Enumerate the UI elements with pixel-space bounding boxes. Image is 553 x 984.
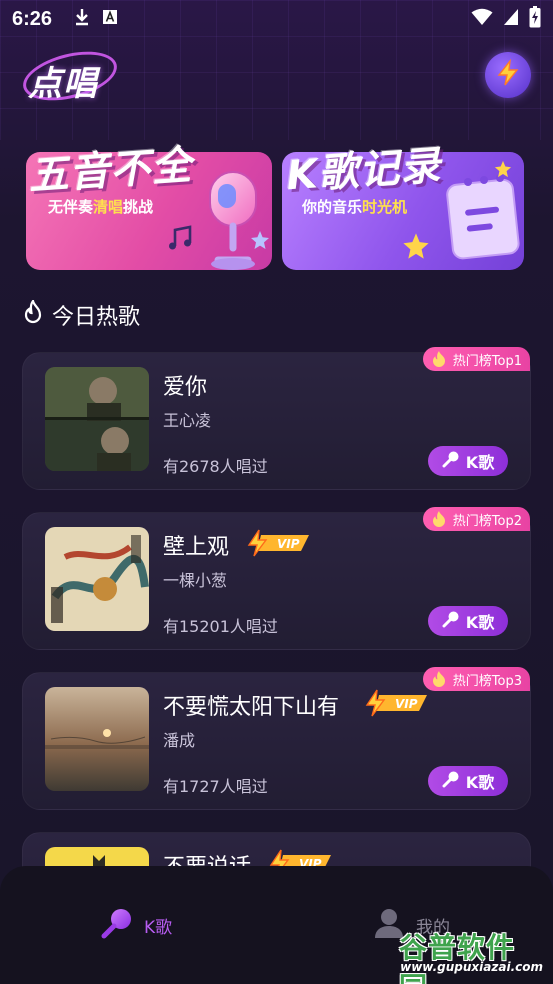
microphone-icon: [442, 770, 460, 792]
download-icon: [74, 8, 90, 30]
vip-label: VIP: [395, 697, 418, 711]
banner-subtitle: 无伴奏清唱挑战: [48, 196, 153, 217]
banner-title: 五音不全: [26, 142, 194, 200]
star-icon: [250, 230, 270, 254]
site-watermark: 谷普软件园 www.gupuxiazai.com: [399, 924, 549, 984]
banner-subtitle-text: 无伴奏: [48, 198, 94, 216]
microphone-illustration-icon: [198, 168, 268, 276]
rank-badge: 热门榜Top3: [422, 667, 530, 692]
logo-text: 点唱: [28, 64, 98, 104]
song-artist: 潘成: [163, 731, 196, 750]
k-song-button[interactable]: K歌: [428, 766, 508, 796]
app-logo: 点唱: [18, 43, 122, 109]
k-song-button-label: K歌: [465, 613, 495, 632]
signal-icon: [503, 8, 519, 30]
song-cover-image: [45, 527, 149, 631]
fire-icon: [22, 298, 44, 330]
song-artist: 一棵小葱: [163, 571, 228, 590]
watermark-url: www.gupuxiazai.com: [400, 960, 543, 974]
banner-subtitle-text: 你的音乐: [302, 198, 363, 216]
song-sing-count: 有2678人唱过: [163, 457, 268, 476]
song-title: 不要慌太阳下山有: [163, 695, 340, 720]
star-icon: [494, 160, 512, 182]
song-card[interactable]: 热门榜Top2 壁上观 VIP 一棵小葱 有15201人唱过 K歌: [22, 507, 531, 650]
wifi-icon: [471, 8, 493, 30]
rank-label: 热门榜Top1: [452, 353, 522, 369]
star-icon: [402, 232, 430, 264]
k-song-button-label: K歌: [465, 453, 495, 472]
song-cover-image: [45, 367, 149, 471]
k-song-button-label: K歌: [465, 773, 495, 792]
rank-badge: 热门榜Top1: [422, 347, 530, 372]
banner-a-cappella-challenge[interactable]: 五音不全 无伴奏清唱挑战: [26, 142, 272, 270]
flame-icon: [431, 670, 447, 692]
vip-badge: VIP: [365, 689, 429, 717]
song-artist: 王心凌: [163, 411, 212, 430]
app-header: 点唱: [0, 43, 553, 109]
rank-label: 热门榜Top3: [452, 673, 522, 689]
song-sing-count: 有15201人唱过: [163, 617, 278, 636]
song-cover-image: [45, 687, 149, 791]
banner-subtitle: 你的音乐时光机: [302, 196, 407, 217]
status-bar: 6:26: [0, 0, 553, 38]
section-today-hot-songs: 今日热歌: [22, 298, 140, 332]
song-sing-count: 有1727人唱过: [163, 777, 268, 796]
flame-icon: [431, 510, 447, 532]
watermark-title: 谷普软件园: [399, 931, 516, 984]
banner-subtitle-highlight: 清唱: [93, 198, 124, 216]
song-card[interactable]: 热门榜Top1 爱你 王心凌 有2678人唱过 K歌: [22, 347, 531, 490]
nav-tab-k-song[interactable]: K歌: [100, 906, 172, 944]
status-time: 6:26: [12, 7, 53, 30]
vip-avatar-button[interactable]: [485, 52, 531, 98]
rank-badge: 热门榜Top2: [422, 507, 530, 532]
music-note-icon: [166, 224, 196, 258]
banner-title: K歌记录: [284, 142, 443, 200]
song-title: 壁上观: [163, 535, 230, 560]
text-app-icon: [102, 9, 118, 29]
lightning-icon: [494, 58, 522, 91]
section-title: 今日热歌: [52, 305, 141, 330]
nav-tab-label: K歌: [144, 917, 173, 938]
notepad-illustration-icon: [444, 170, 526, 266]
microphone-icon: [442, 450, 460, 472]
rank-label: 热门榜Top2: [452, 513, 522, 529]
k-song-button[interactable]: K歌: [428, 606, 508, 636]
banner-subtitle-highlight: 时光机: [362, 198, 408, 216]
battery-icon: [529, 6, 541, 32]
microphone-icon: [442, 610, 460, 632]
vip-badge: VIP: [247, 529, 311, 557]
k-song-button[interactable]: K歌: [428, 446, 508, 476]
microphone-icon: [100, 906, 134, 944]
song-card[interactable]: 热门榜Top3 不要慌太阳下山有 VIP 潘成 有1727人唱过 K歌: [22, 667, 531, 810]
banner-subtitle-text-end: 挑战: [123, 198, 154, 216]
flame-icon: [431, 350, 447, 372]
vip-label: VIP: [277, 537, 300, 551]
song-title: 爱你: [163, 375, 208, 400]
banner-karaoke-records[interactable]: K歌记录 你的音乐时光机: [282, 143, 526, 270]
